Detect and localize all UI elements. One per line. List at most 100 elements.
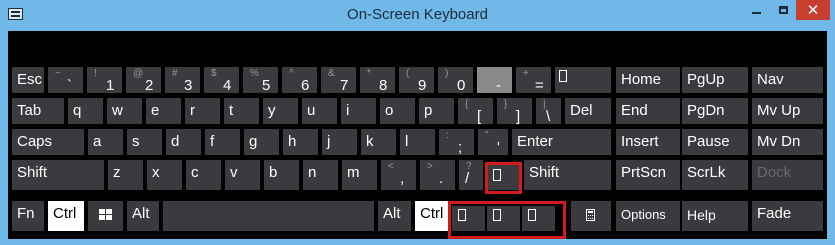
key-q[interactable]: q xyxy=(68,98,103,124)
key-home[interactable]: Home xyxy=(616,67,680,93)
key-alt-right[interactable]: Alt xyxy=(378,201,411,231)
key-l[interactable]: l xyxy=(400,129,435,155)
key-nav[interactable]: Nav xyxy=(752,67,823,93)
key-shift-char: & xyxy=(328,68,335,79)
key-k[interactable]: k xyxy=(361,129,396,155)
key-j[interactable]: j xyxy=(322,129,357,155)
maximize-button[interactable] xyxy=(770,0,796,20)
key-z[interactable]: z xyxy=(108,160,143,190)
key-r[interactable]: r xyxy=(185,98,220,124)
key-help[interactable]: Help xyxy=(682,201,748,231)
key-2[interactable]: @2 xyxy=(126,67,161,94)
key-6[interactable]: ^ 6 xyxy=(282,67,317,94)
key-minus[interactable]: _ - xyxy=(477,67,512,94)
key-backspace[interactable] xyxy=(555,67,611,93)
key-prtscn[interactable]: PrtScn xyxy=(616,160,680,190)
key-period[interactable]: >. xyxy=(420,160,455,190)
key-char: v xyxy=(230,164,238,181)
key-char: h xyxy=(288,133,297,150)
key-shift-char: @ xyxy=(133,68,144,79)
key-0[interactable]: ) 0 xyxy=(438,67,473,94)
key-5[interactable]: % 5 xyxy=(243,67,278,94)
key-h[interactable]: h xyxy=(283,129,318,155)
title-bar[interactable]: On-Screen Keyboard ✕ xyxy=(0,0,835,31)
key-backslash[interactable]: | \ xyxy=(536,98,561,125)
key-options[interactable]: Options xyxy=(616,201,680,231)
key-end[interactable]: End xyxy=(616,98,680,124)
close-button[interactable]: ✕ xyxy=(796,0,830,20)
key-char: 2 xyxy=(145,77,154,94)
key-y[interactable]: y xyxy=(263,98,298,124)
key-char: ; xyxy=(458,139,463,156)
key-1[interactable]: ! 1 xyxy=(87,67,122,94)
key-right-bracket[interactable]: }] xyxy=(497,98,532,125)
key-mvup-label: Mv Up xyxy=(757,102,801,119)
key-char: i xyxy=(346,102,350,119)
key-8[interactable]: * 8 xyxy=(360,67,395,94)
key-shift-char: ) xyxy=(445,68,449,79)
key-7[interactable]: & 7 xyxy=(321,67,356,94)
key-comma[interactable]: <, xyxy=(381,160,416,190)
key-ctrl-right[interactable]: Ctrl xyxy=(415,201,448,231)
key-char: g xyxy=(249,133,258,150)
key-c[interactable]: c xyxy=(186,160,221,190)
key-char: 7 xyxy=(340,77,349,94)
key-backtick[interactable]: ~ ` xyxy=(48,67,83,94)
key-g[interactable]: g xyxy=(244,129,279,155)
key-del[interactable]: Del xyxy=(565,98,611,124)
key-tab[interactable]: Tab xyxy=(12,98,64,124)
key-9[interactable]: (9 xyxy=(399,67,434,94)
key-move-down[interactable]: Mv Dn xyxy=(752,129,823,155)
key-quote[interactable]: " ' xyxy=(478,129,508,156)
key-e[interactable]: e xyxy=(146,98,181,124)
key-enter[interactable]: Enter xyxy=(512,129,611,155)
key-char: 5 xyxy=(262,77,271,94)
key-alt-left[interactable]: Alt xyxy=(127,201,159,231)
key-m[interactable]: m xyxy=(342,160,377,190)
key-3[interactable]: #3 xyxy=(165,67,200,94)
key-pgup[interactable]: PgUp xyxy=(682,67,748,93)
key-char: q xyxy=(73,102,82,119)
key-char: e xyxy=(151,102,160,119)
key-n[interactable]: n xyxy=(303,160,338,190)
key-o[interactable]: o xyxy=(380,98,415,124)
key-shift-right[interactable]: Shift xyxy=(524,160,611,190)
key-space[interactable] xyxy=(163,201,374,231)
key-move-up[interactable]: Mv Up xyxy=(752,98,823,124)
key-left-bracket[interactable]: {[ xyxy=(458,98,493,125)
minimize-button[interactable] xyxy=(742,0,770,20)
key-w[interactable]: w xyxy=(107,98,142,124)
key-ctrl-left[interactable]: Ctrl xyxy=(48,201,84,231)
key-b[interactable]: b xyxy=(264,160,299,190)
key-d[interactable]: d xyxy=(166,129,201,155)
key-caps[interactable]: Caps xyxy=(12,129,84,155)
key-a[interactable]: a xyxy=(88,129,123,155)
key-s[interactable]: s xyxy=(127,129,162,155)
key-insert[interactable]: Insert xyxy=(616,129,680,155)
key-4[interactable]: $4 xyxy=(204,67,239,94)
key-pgdn[interactable]: PgDn xyxy=(682,98,748,124)
key-x[interactable]: x xyxy=(147,160,182,190)
key-i[interactable]: i xyxy=(341,98,376,124)
key-fn[interactable]: Fn xyxy=(12,201,44,231)
key-u[interactable]: u xyxy=(302,98,337,124)
key-alt-label: Alt xyxy=(132,205,150,222)
key-windows[interactable] xyxy=(88,201,123,231)
key-equals[interactable]: + = xyxy=(516,67,551,94)
key-f[interactable]: f xyxy=(205,129,240,155)
keyboard-area: Esc ~ ` ! 1 @2 #3 $4 % 5 ^ 6 & 7 * 8 (9 ) 0 _ - … xyxy=(8,31,827,239)
key-esc[interactable]: Esc xyxy=(12,67,44,93)
key-pause[interactable]: Pause xyxy=(682,129,748,155)
key-t[interactable]: t xyxy=(224,98,259,124)
key-fade[interactable]: Fade xyxy=(752,201,823,231)
key-dock[interactable]: Dock xyxy=(752,160,823,190)
key-shift-char: _ xyxy=(484,68,490,79)
key-slash[interactable]: ? / xyxy=(459,160,483,190)
key-scrlk[interactable]: ScrLk xyxy=(682,160,748,190)
key-shift-left[interactable]: Shift xyxy=(12,160,104,190)
key-semicolon[interactable]: :; xyxy=(439,129,474,156)
key-char: 3 xyxy=(184,77,193,94)
key-v[interactable]: v xyxy=(225,160,260,190)
key-menu[interactable] xyxy=(571,201,611,231)
key-p[interactable]: p xyxy=(419,98,454,124)
